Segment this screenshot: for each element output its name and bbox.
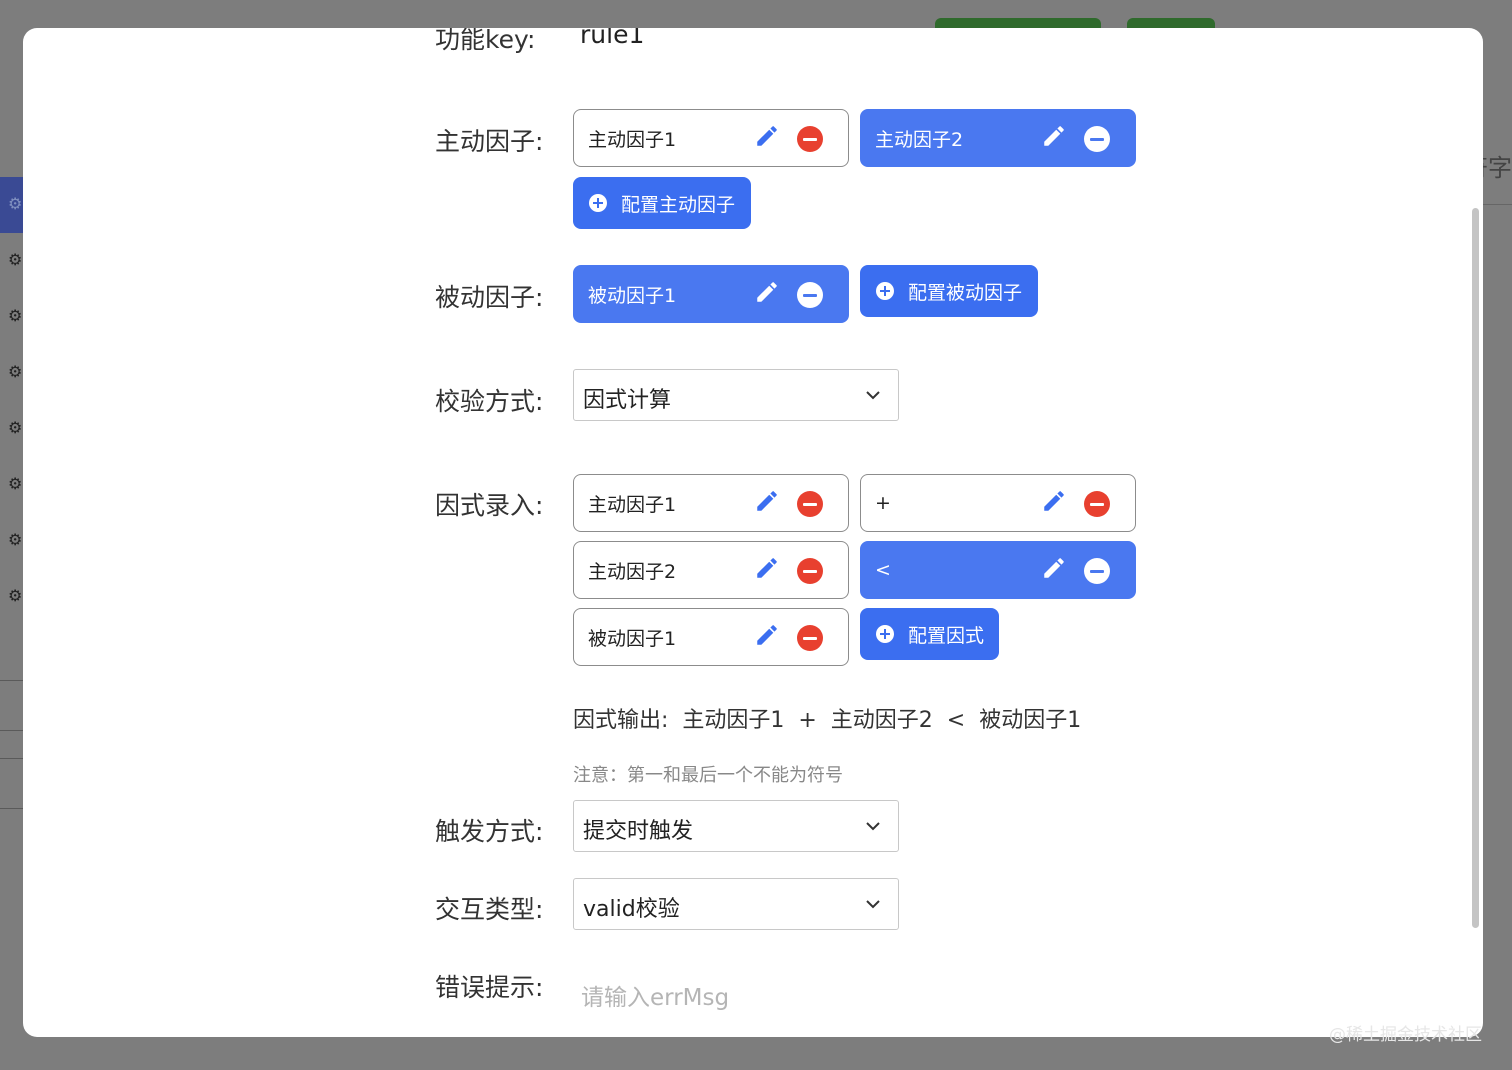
minus-circle-icon[interactable] <box>797 282 823 308</box>
watermark: @稀土掘金技术社区 <box>1329 1025 1482 1045</box>
tag-label: 主动因子2 <box>875 128 964 151</box>
minus-circle-icon[interactable] <box>797 558 823 584</box>
gear-icon: ⚙ <box>8 306 23 325</box>
active-factor-label: 主动因子: <box>435 127 544 156</box>
add-active-factor-button[interactable]: 配置主动因子 <box>573 177 751 229</box>
pencil-icon[interactable] <box>1041 123 1067 149</box>
rule-config-modal: 功能key: rule1 主动因子: 主动因子1 主动因子2 配置主动因子 被动… <box>23 28 1483 1037</box>
minus-circle-icon[interactable] <box>1084 491 1110 517</box>
pencil-icon[interactable] <box>754 622 780 648</box>
tag-label: 被动因子1 <box>588 284 677 307</box>
pencil-icon[interactable] <box>754 488 780 514</box>
plus-circle-icon <box>876 282 894 300</box>
background-divider <box>0 730 24 731</box>
minus-circle-icon[interactable] <box>797 126 823 152</box>
minus-circle-icon[interactable] <box>1084 558 1110 584</box>
tag-label: < <box>875 559 891 581</box>
passive-factor-tag[interactable]: 被动因子1 <box>573 265 849 323</box>
formula-tag[interactable]: 被动因子1 <box>573 608 849 666</box>
check-method-label: 校验方式: <box>435 387 544 416</box>
button-label: 配置因式 <box>908 624 985 647</box>
formula-tag[interactable]: + <box>860 474 1136 532</box>
tag-label: 主动因子1 <box>588 128 677 151</box>
select-value: 因式计算 <box>583 388 672 413</box>
pencil-icon[interactable] <box>1041 488 1067 514</box>
function-key-value: rule1 <box>580 28 645 49</box>
pencil-icon[interactable] <box>754 555 780 581</box>
formula-input-label: 因式录入: <box>435 491 544 520</box>
minus-circle-icon[interactable] <box>797 625 823 651</box>
formula-tag[interactable]: 主动因子1 <box>573 474 849 532</box>
formula-tag[interactable]: < <box>860 541 1136 599</box>
background-divider <box>0 808 24 809</box>
tag-label: 被动因子1 <box>588 627 677 650</box>
active-factor-tag[interactable]: 主动因子2 <box>860 109 1136 167</box>
gear-icon: ⚙ <box>8 474 23 493</box>
error-message-input[interactable]: 请输入errMsg <box>581 978 729 1012</box>
plus-circle-icon <box>876 625 894 643</box>
background-divider <box>1483 204 1512 205</box>
gear-icon: ⚙ <box>8 418 23 437</box>
tag-label: 主动因子2 <box>588 560 677 583</box>
function-key-label: 功能key: <box>435 28 536 54</box>
formula-output: 因式输出: 主动因子1 + 主动因子2 < 被动因子1 <box>573 708 1082 733</box>
pencil-icon[interactable] <box>754 279 780 305</box>
gear-icon: ⚙ <box>8 586 23 605</box>
active-factor-tag[interactable]: 主动因子1 <box>573 109 849 167</box>
modal-scrollbar[interactable] <box>1472 208 1479 928</box>
background-divider <box>0 758 24 759</box>
gear-icon: ⚙ <box>8 530 23 549</box>
minus-circle-icon[interactable] <box>797 491 823 517</box>
add-formula-button[interactable]: 配置因式 <box>860 608 999 660</box>
select-value: 提交时触发 <box>583 819 694 844</box>
gear-icon: ⚙ <box>8 194 23 213</box>
background-divider <box>0 680 24 681</box>
pencil-icon[interactable] <box>754 123 780 149</box>
button-label: 配置被动因子 <box>908 281 1023 304</box>
add-passive-factor-button[interactable]: 配置被动因子 <box>860 265 1038 317</box>
button-label: 配置主动因子 <box>621 193 736 216</box>
passive-factor-label: 被动因子: <box>435 283 544 312</box>
formula-note: 注意：第一和最后一个不能为符号 <box>573 765 843 786</box>
pencil-icon[interactable] <box>1041 555 1067 581</box>
chevron-down-icon <box>866 822 880 831</box>
chevron-down-icon <box>866 900 880 909</box>
interaction-type-label: 交互类型: <box>435 895 544 924</box>
trigger-method-label: 触发方式: <box>435 817 544 846</box>
check-method-select[interactable]: 因式计算 <box>573 369 899 421</box>
gear-icon: ⚙ <box>8 250 23 269</box>
formula-tag[interactable]: 主动因子2 <box>573 541 849 599</box>
trigger-method-select[interactable]: 提交时触发 <box>573 800 899 852</box>
chevron-down-icon <box>866 391 880 400</box>
plus-circle-icon <box>589 194 607 212</box>
minus-circle-icon[interactable] <box>1084 126 1110 152</box>
tag-label: + <box>875 492 891 514</box>
error-hint-label: 错误提示: <box>435 973 544 1002</box>
interaction-type-select[interactable]: valid校验 <box>573 878 899 930</box>
tag-label: 主动因子1 <box>588 493 677 516</box>
gear-icon: ⚙ <box>8 362 23 381</box>
select-value: valid校验 <box>583 897 680 922</box>
